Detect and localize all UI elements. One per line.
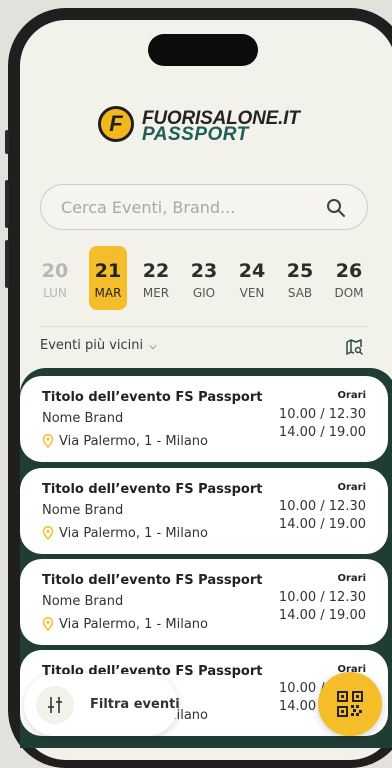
- event-title: Titolo dell’evento FS Passport: [42, 573, 263, 588]
- event-hours-label: Orari: [337, 482, 366, 493]
- event-time-slot: 10.00 / 12.30: [278, 499, 366, 514]
- sort-dropdown[interactable]: Eventi più vicini ⌵: [40, 338, 157, 353]
- day-number: 21: [94, 260, 122, 282]
- chevron-down-icon: ⌵: [149, 341, 157, 352]
- day-20[interactable]: 20 LUN: [36, 246, 74, 310]
- event-time-slot: 14.00 / 19.00: [278, 517, 366, 532]
- search-icon[interactable]: [325, 197, 347, 219]
- day-26[interactable]: 26 DOM: [330, 246, 368, 310]
- qr-code-icon: [337, 691, 363, 717]
- sort-label: Eventi più vicini: [40, 338, 144, 353]
- event-card[interactable]: Titolo dell’evento FS Passport Nome Brand…: [20, 376, 388, 462]
- map-search-icon[interactable]: [345, 338, 363, 356]
- sliders-icon: [36, 686, 74, 724]
- event-brand: Nome Brand: [42, 594, 124, 609]
- day-number: 25: [286, 260, 314, 282]
- event-address: Via Palermo, 1 - Milano: [59, 434, 208, 449]
- search-placeholder: Cerca Eventi, Brand...: [61, 198, 236, 217]
- qr-code-button[interactable]: [318, 672, 382, 736]
- side-button: [5, 130, 9, 154]
- event-address: Via Palermo, 1 - Milano: [59, 526, 208, 541]
- day-weekday: DOM: [334, 286, 364, 300]
- search-input[interactable]: Cerca Eventi, Brand...: [40, 184, 368, 230]
- day-22[interactable]: 22 MER: [137, 246, 175, 310]
- day-weekday: LUN: [43, 286, 67, 300]
- event-card[interactable]: Titolo dell’evento FS Passport Nome Brand…: [20, 468, 388, 554]
- filter-events-label: Filtra eventi: [90, 697, 180, 712]
- day-weekday: MAR: [94, 286, 122, 300]
- location-pin-icon: [42, 617, 54, 631]
- day-25[interactable]: 25 SAB: [281, 246, 319, 310]
- event-address: Via Palermo, 1 - Milano: [59, 617, 208, 632]
- day-weekday: GIO: [192, 286, 216, 300]
- divider: [40, 326, 368, 327]
- event-hours-label: Orari: [337, 573, 366, 584]
- day-23[interactable]: 23 GIO: [185, 246, 223, 310]
- event-brand: Nome Brand: [42, 503, 124, 518]
- day-number: 22: [142, 260, 170, 282]
- filter-events-button[interactable]: Filtra eventi: [24, 674, 180, 736]
- day-number: 24: [238, 260, 266, 282]
- day-number: 23: [190, 260, 218, 282]
- event-time-slot: 14.00 / 19.00: [278, 608, 366, 623]
- event-time-slot: 10.00 / 12.30: [278, 407, 366, 422]
- day-number: 26: [335, 260, 363, 282]
- logo-badge: F: [98, 106, 134, 142]
- location-pin-icon: [42, 526, 54, 540]
- day-weekday: MER: [142, 286, 170, 300]
- day-weekday: SAB: [287, 286, 313, 300]
- event-title: Titolo dell’evento FS Passport: [42, 390, 263, 405]
- side-button: [5, 240, 9, 288]
- event-time-slot: 14.00 / 19.00: [278, 425, 366, 440]
- date-selector: 20 LUN 21 MAR 22 MER 23 GIO 24 VEN 25 SAB 26 DOM: [36, 246, 376, 312]
- day-24[interactable]: 24 VEN: [233, 246, 271, 310]
- event-title: Titolo dell’evento FS Passport: [42, 482, 263, 497]
- event-hours-label: Orari: [337, 390, 366, 401]
- event-card[interactable]: Titolo dell’evento FS Passport Nome Brand…: [20, 559, 388, 645]
- side-button: [5, 180, 9, 228]
- app-logo: F FUORISALONE.IT PASSPORT: [98, 106, 318, 146]
- day-21[interactable]: 21 MAR: [89, 246, 127, 310]
- event-brand: Nome Brand: [42, 411, 124, 426]
- logo-subtitle: PASSPORT: [142, 124, 249, 145]
- day-number: 20: [41, 260, 69, 282]
- event-time-slot: 10.00 / 12.30: [278, 590, 366, 605]
- location-pin-icon: [42, 434, 54, 448]
- day-weekday: VEN: [239, 286, 265, 300]
- dynamic-island: [148, 34, 258, 66]
